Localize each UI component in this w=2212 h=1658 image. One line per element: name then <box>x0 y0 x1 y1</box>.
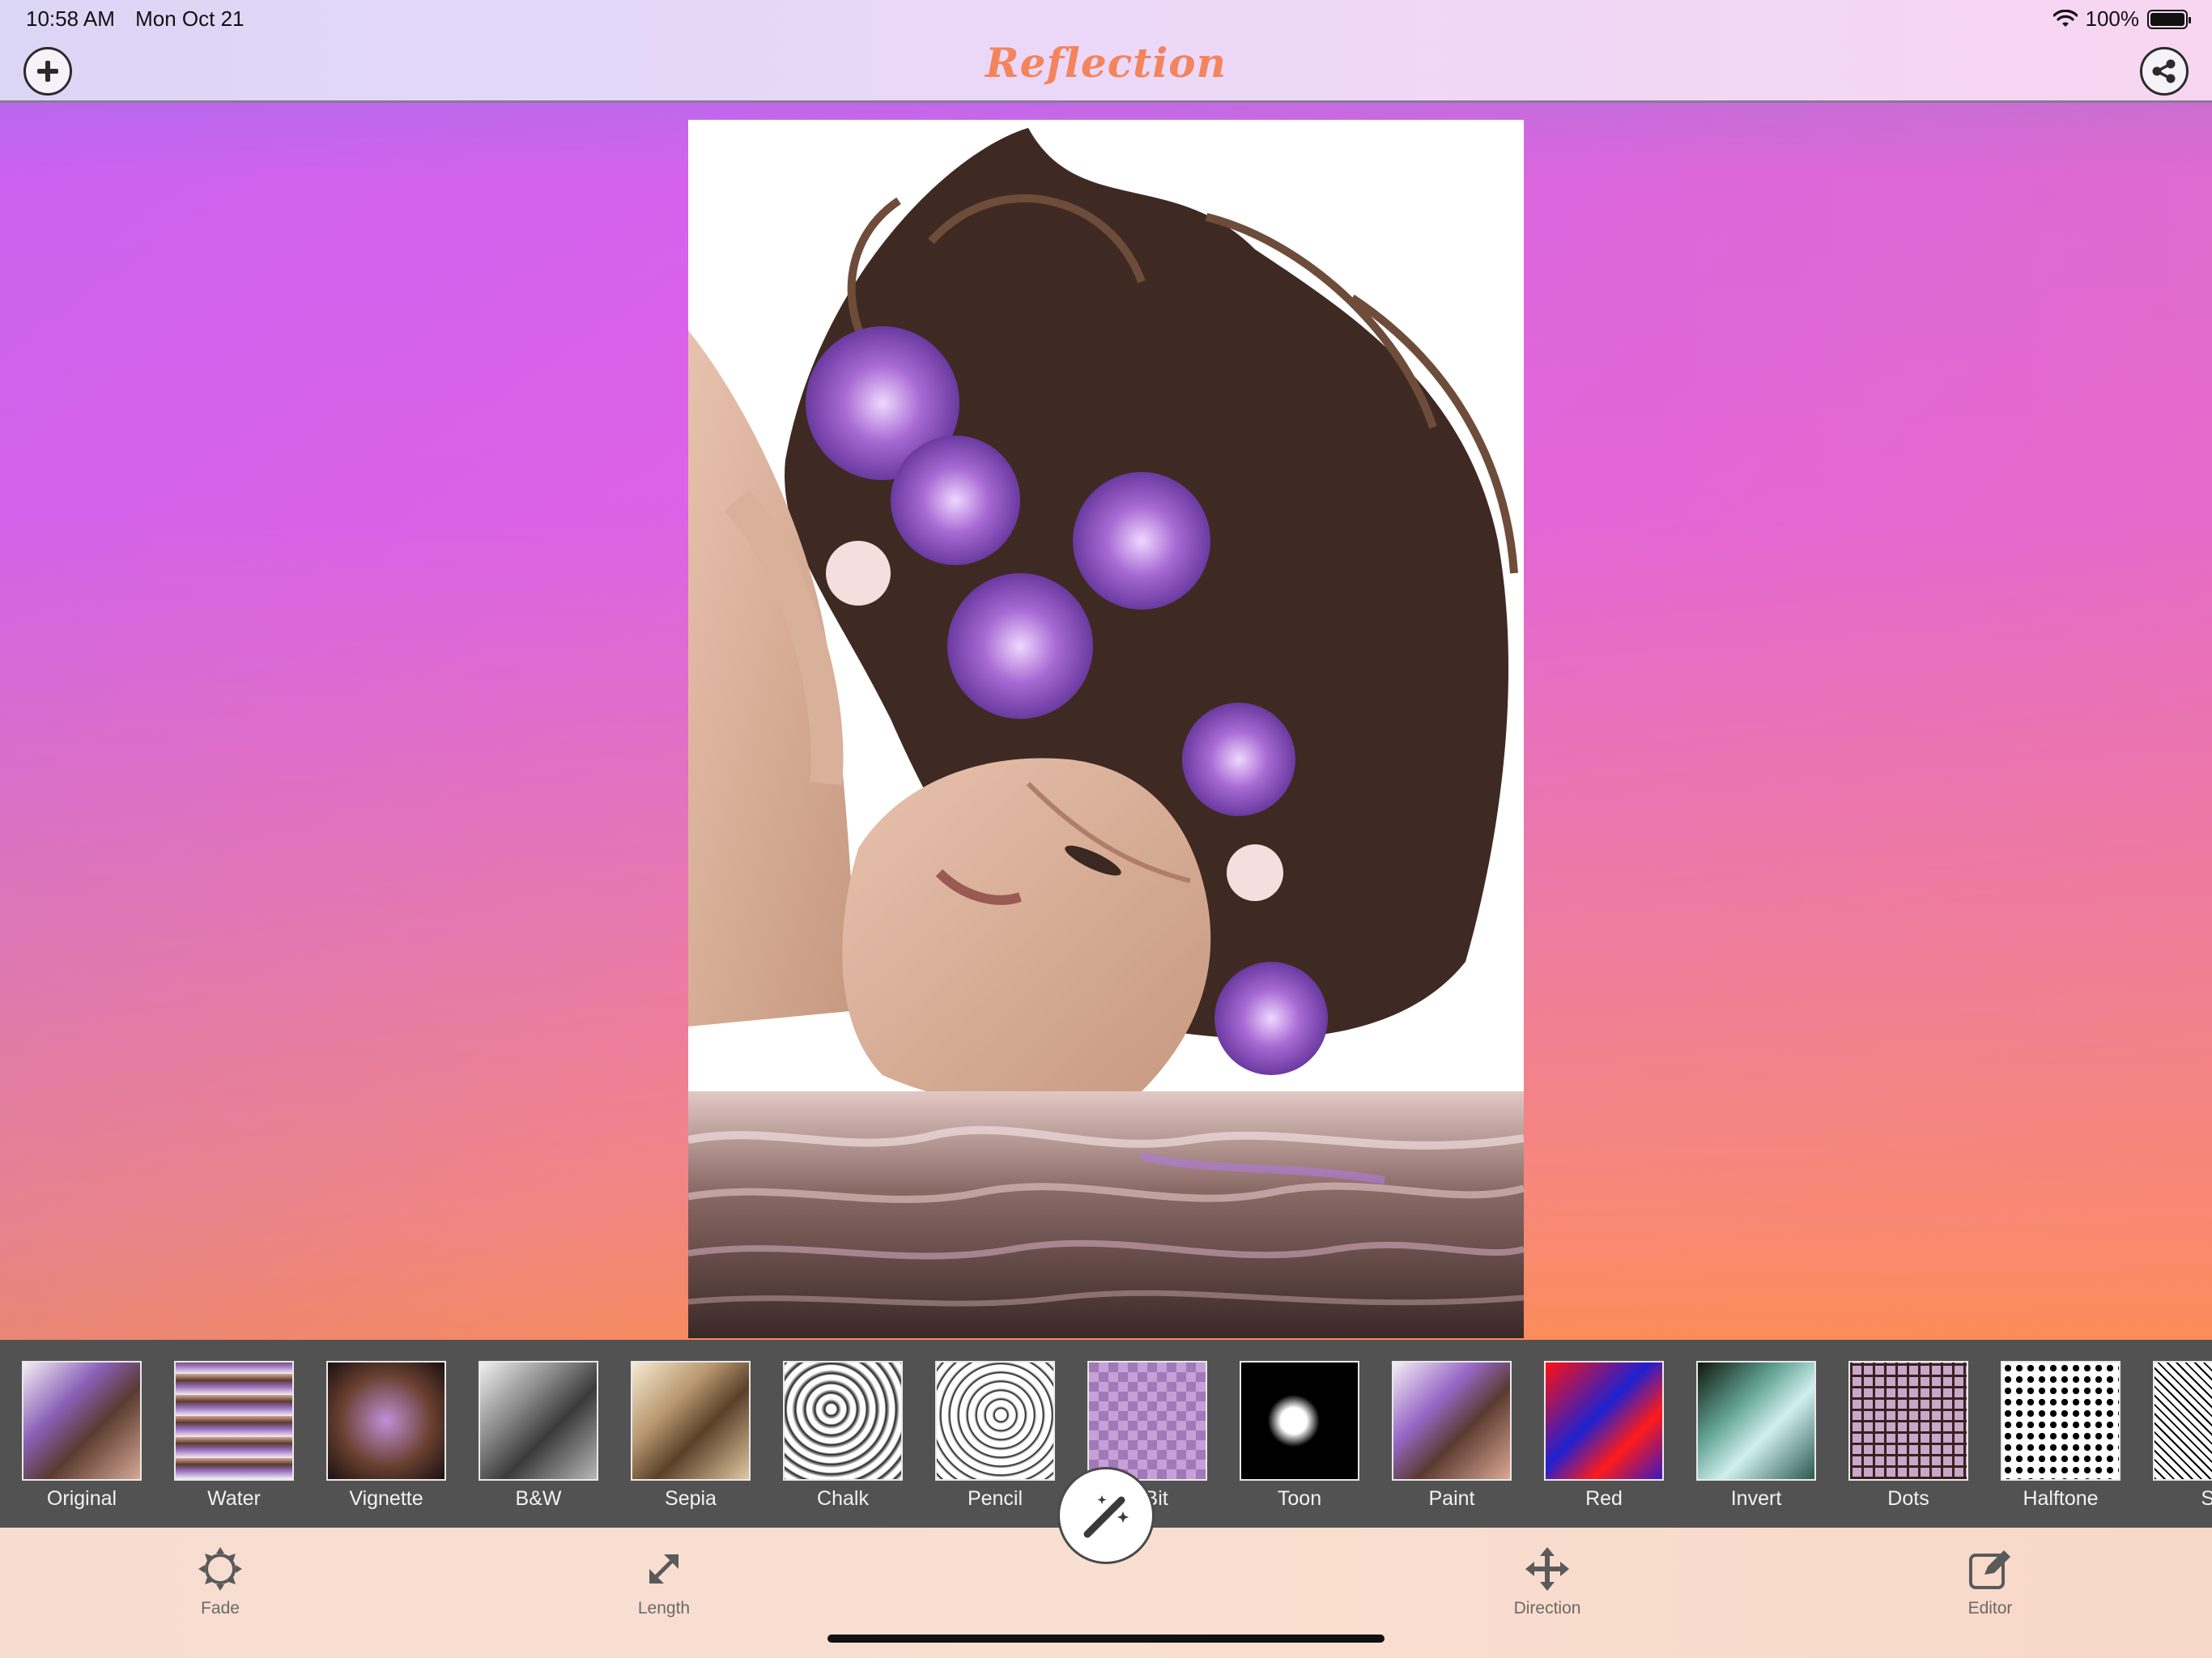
filter-original[interactable]: Original <box>22 1361 142 1515</box>
filter-thumbnail <box>783 1361 903 1481</box>
direction-tool-button[interactable]: Direction <box>1474 1544 1620 1618</box>
battery-percent: 100% <box>2085 6 2140 31</box>
filter-paint[interactable]: Paint <box>1392 1361 1512 1515</box>
app-title: Reflection <box>985 39 1227 87</box>
move-arrows-icon <box>1525 1547 1569 1591</box>
filter-thumbnail <box>22 1361 142 1481</box>
wifi-icon <box>2052 9 2078 27</box>
filter-red[interactable]: Red <box>1544 1361 1664 1515</box>
length-label: Length <box>637 1599 691 1618</box>
filter-thumbnail <box>631 1361 751 1481</box>
filter-pencil[interactable]: Pencil <box>935 1361 1055 1515</box>
filter-chalk[interactable]: Chalk <box>783 1361 903 1515</box>
editor-tool-button[interactable]: Editor <box>1917 1544 2063 1618</box>
fade-sun-icon <box>198 1547 242 1591</box>
filter-thumbnail <box>1696 1361 1816 1481</box>
photo-artwork <box>688 120 1524 1338</box>
share-button[interactable] <box>2140 47 2189 96</box>
filter-thumbnail <box>1240 1361 1359 1481</box>
fade-label: Fade <box>201 1599 240 1618</box>
status-date: Mon Oct 21 <box>135 6 245 31</box>
filter-halftone[interactable]: Halftone <box>2001 1361 2121 1515</box>
filter-dots[interactable]: Dots <box>1848 1361 1968 1515</box>
battery-full-icon <box>2147 9 2191 29</box>
filter-thumbnail <box>1392 1361 1512 1481</box>
plus-circle-icon <box>37 61 58 82</box>
filter-vignette[interactable]: Vignette <box>326 1361 446 1515</box>
filter-thumbnail <box>935 1361 1055 1481</box>
filter-thumbnail <box>1544 1361 1664 1481</box>
filter-thumbnail <box>1848 1361 1968 1481</box>
editor-label: Editor <box>1967 1599 2013 1618</box>
filter-water[interactable]: Water <box>174 1361 294 1515</box>
diagonal-resize-icon <box>649 1554 678 1584</box>
filter-toon[interactable]: Toon <box>1240 1361 1359 1515</box>
edit-pencil-icon <box>1969 1550 2010 1589</box>
top-bar: 10:58 AM Mon Oct 21 100% Reflection <box>0 0 2212 103</box>
status-indicators: 100% <box>2052 6 2191 32</box>
fade-tool-button[interactable]: Fade <box>147 1544 293 1618</box>
filter-thumbnail <box>174 1361 294 1481</box>
filter-sepia[interactable]: Sepia <box>631 1361 751 1515</box>
filter-bw[interactable]: B&W <box>479 1361 598 1515</box>
filter-thumbnail <box>326 1361 446 1481</box>
magic-wand-icon <box>1083 1495 1129 1538</box>
edited-photo[interactable] <box>688 120 1524 1338</box>
filter-thumbnail <box>2001 1361 2121 1481</box>
status-time-date: 10:58 AM Mon Oct 21 <box>26 6 245 32</box>
filter-thumbnail <box>1087 1361 1207 1481</box>
length-tool-button[interactable]: Length <box>591 1544 737 1618</box>
filter-thumbnail <box>2153 1361 2212 1481</box>
status-time: 10:58 AM <box>26 6 115 31</box>
filter-invert[interactable]: Invert <box>1696 1361 1816 1515</box>
home-indicator[interactable] <box>827 1635 1385 1643</box>
direction-label: Direction <box>1513 1599 1581 1618</box>
add-photo-button[interactable] <box>23 47 72 96</box>
share-icon <box>2152 59 2176 83</box>
magic-wand-button[interactable] <box>1057 1467 1155 1564</box>
filter-thumbnail <box>479 1361 598 1481</box>
filter-sc[interactable]: Sc <box>2153 1361 2212 1515</box>
filter-label: Sc <box>2201 1487 2212 1510</box>
